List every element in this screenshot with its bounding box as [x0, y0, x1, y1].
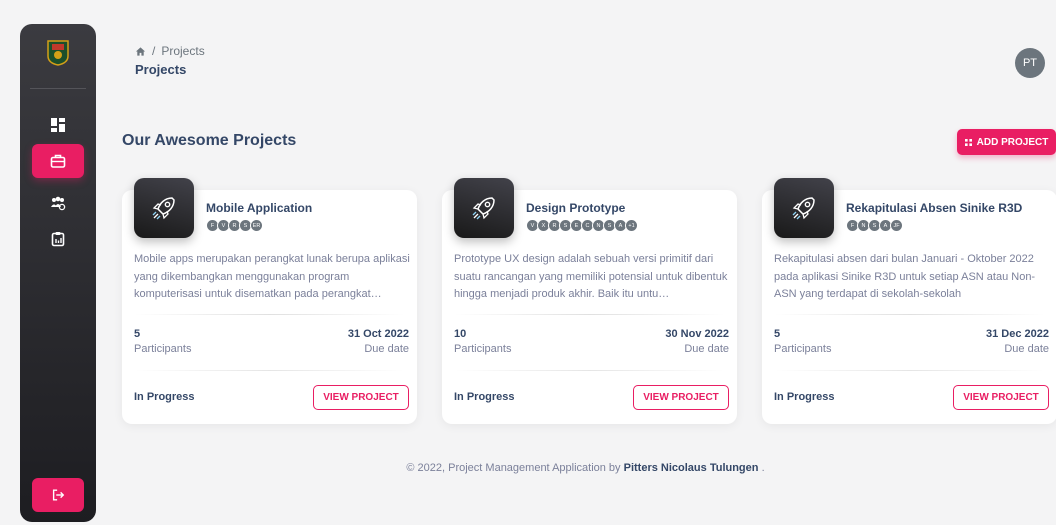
due-date-value: 30 Nov 2022 — [665, 328, 729, 340]
participants-count: 10 — [454, 328, 467, 340]
sidebar-item-projects[interactable] — [32, 144, 84, 178]
member-avatars: F V R S ER — [206, 219, 263, 232]
project-title: Rekapitulasi Absen Sinike R3D — [846, 201, 1023, 215]
report-icon — [51, 232, 65, 247]
sidebar-divider — [30, 88, 86, 89]
project-title: Mobile Application — [206, 201, 313, 215]
logout-button[interactable] — [32, 478, 84, 512]
participants-label: Participants — [134, 343, 192, 355]
participants-label: Participants — [774, 343, 832, 355]
view-project-button[interactable]: VIEW PROJECT — [953, 385, 1049, 410]
participants-label: Participants — [454, 343, 512, 355]
sidebar-item-users[interactable] — [32, 186, 84, 220]
project-card: Mobile Application F V R S ER Mobile apps me… — [122, 178, 417, 424]
footer-author[interactable]: Pitters Nicolaus Tulungen — [624, 462, 759, 474]
member-avatar[interactable]: JF — [890, 219, 903, 232]
briefcase-icon — [50, 154, 66, 168]
rocket-icon — [774, 178, 834, 238]
due-date-stat: 30 Nov 2022 Due date — [665, 328, 729, 355]
dashboard-icon — [51, 118, 65, 132]
footer: © 2022, Project Management Application b… — [0, 462, 1056, 474]
due-date-value: 31 Dec 2022 — [986, 328, 1049, 340]
status-badge: In Progress — [454, 391, 515, 403]
divider — [774, 370, 1045, 371]
divider — [134, 370, 405, 371]
participants-stat: 5 Participants — [134, 328, 191, 355]
member-avatar[interactable]: +1 — [625, 219, 638, 232]
users-icon — [51, 196, 66, 211]
breadcrumb: / Projects — [135, 44, 205, 58]
avatar[interactable]: PT — [1015, 48, 1045, 78]
footer-suffix: . — [761, 462, 765, 474]
project-description: Rekapitulasi absen dari bulan Januari - … — [774, 253, 1036, 300]
due-date-stat: 31 Dec 2022 Due date — [986, 328, 1049, 355]
participants-stat: 10 Participants — [454, 328, 511, 355]
page-title: Projects — [135, 62, 187, 77]
footer-text: © 2022, Project Management Application b… — [406, 462, 621, 474]
status-badge: In Progress — [134, 391, 195, 403]
project-description: Prototype UX design adalah sebuah versi … — [454, 253, 728, 300]
add-project-button[interactable]: ADD PROJECT — [957, 129, 1056, 155]
sidebar — [20, 24, 96, 522]
logout-icon — [52, 489, 65, 501]
project-card: Design Prototype V X R S E C N S A +1 Prototype U… — [442, 178, 737, 424]
sidebar-item-reports[interactable] — [32, 222, 84, 256]
sidebar-item-dashboard[interactable] — [32, 108, 84, 142]
divider — [454, 370, 725, 371]
home-icon[interactable] — [135, 46, 146, 57]
member-avatar[interactable]: ER — [250, 219, 263, 232]
grid-icon — [964, 138, 972, 146]
breadcrumb-item[interactable]: Projects — [161, 44, 204, 58]
rocket-icon — [134, 178, 194, 238]
due-date-label: Due date — [684, 343, 729, 355]
participants-count: 5 — [134, 328, 141, 340]
due-date-label: Due date — [364, 343, 409, 355]
view-project-button[interactable]: VIEW PROJECT — [633, 385, 729, 410]
project-card: Rekapitulasi Absen Sinike R3D F N S A JF Rek… — [762, 178, 1056, 424]
participants-stat: 5 Participants — [774, 328, 831, 355]
participants-count: 5 — [774, 328, 781, 340]
logo-icon[interactable] — [47, 40, 69, 66]
member-avatars: V X R S E C N S A +1 — [526, 219, 638, 232]
member-avatars: F N S A JF — [846, 219, 903, 232]
divider — [134, 314, 405, 315]
divider — [454, 314, 725, 315]
due-date-value: 31 Oct 2022 — [347, 328, 409, 340]
add-project-label: ADD PROJECT — [976, 136, 1049, 148]
section-title: Our Awesome Projects — [122, 132, 297, 149]
breadcrumb-separator: / — [152, 44, 156, 58]
rocket-icon — [454, 178, 514, 238]
due-date-label: Due date — [1004, 343, 1049, 355]
due-date-stat: 31 Oct 2022 Due date — [348, 328, 409, 355]
view-project-button[interactable]: VIEW PROJECT — [313, 385, 409, 410]
divider — [774, 314, 1045, 315]
status-badge: In Progress — [774, 391, 835, 403]
project-description: Mobile apps merupakan perangkat lunak be… — [134, 253, 410, 300]
project-title: Design Prototype — [526, 201, 626, 215]
